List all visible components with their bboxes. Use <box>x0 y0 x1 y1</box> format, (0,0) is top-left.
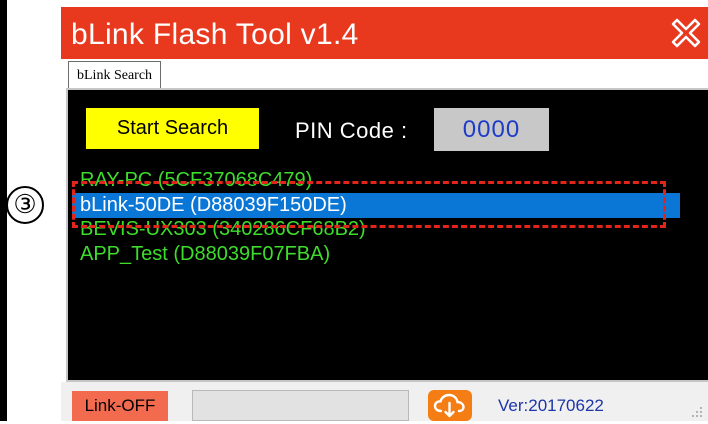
progress-field <box>192 390 409 421</box>
device-item[interactable]: APP_Test (D88039F07FBA) <box>72 242 680 267</box>
pin-code-label: PIN Code : <box>295 118 408 143</box>
device-item[interactable]: RAY-PC (5CF37068C479) <box>72 168 680 193</box>
link-status-badge: Link-OFF <box>72 391 168 421</box>
tab-strip: bLink Search <box>61 59 708 90</box>
device-item-selected[interactable]: bLink-50DE (D88039F150DE) <box>72 193 680 218</box>
tab-blink-search[interactable]: bLink Search <box>68 61 162 89</box>
step-marker: ③ <box>6 186 44 224</box>
start-search-button[interactable]: Start Search <box>86 108 259 149</box>
app-title: bLink Flash Tool v1.4 <box>71 18 359 51</box>
pin-code-input[interactable] <box>434 108 549 151</box>
version-label: Ver:20170622 <box>498 396 604 415</box>
cloud-download-icon <box>433 393 465 418</box>
cloud-download-button[interactable] <box>428 390 472 421</box>
title-bar[interactable]: bLink Flash Tool v1.4 <box>61 7 708 59</box>
resize-grip-icon[interactable] <box>690 405 704 419</box>
close-icon[interactable] <box>668 15 704 51</box>
device-item[interactable]: BEVIS-UX303 (340286CF68B2) <box>72 217 680 242</box>
